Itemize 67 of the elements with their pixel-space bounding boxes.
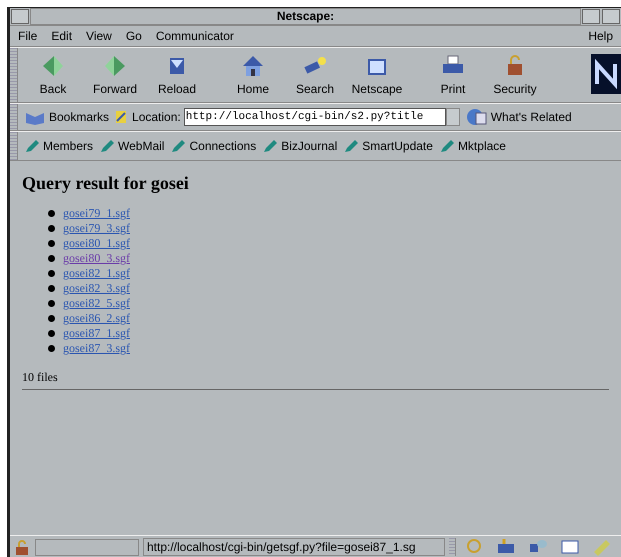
- bookmark-link[interactable]: Members: [22, 139, 98, 153]
- file-link[interactable]: gosei87_1.sgf: [63, 326, 130, 341]
- bullet-icon: [48, 315, 55, 322]
- menu-item[interactable]: View: [80, 29, 120, 43]
- pen-icon: [99, 139, 116, 153]
- toolbar-button[interactable]: Print: [422, 54, 484, 96]
- file-link[interactable]: gosei80_3.sgf: [63, 251, 130, 266]
- maximize-button[interactable]: [602, 9, 620, 24]
- component-grip[interactable]: [449, 538, 456, 556]
- menu-item[interactable]: File: [12, 29, 46, 43]
- pen-icon: [170, 139, 186, 153]
- file-link[interactable]: gosei82_1.sgf: [63, 266, 130, 281]
- window-menu-button[interactable]: [11, 9, 29, 24]
- file-link[interactable]: gosei79_1.sgf: [63, 206, 130, 221]
- window-title: Netscape:: [30, 8, 581, 25]
- bullet-icon: [48, 240, 55, 247]
- file-link[interactable]: gosei86_2.sgf: [63, 311, 130, 326]
- bookmark-link[interactable]: WebMail: [97, 139, 168, 153]
- file-link[interactable]: gosei82_3.sgf: [63, 281, 130, 296]
- toolbar-grip[interactable]: [10, 48, 18, 102]
- menu-item[interactable]: Communicator: [150, 29, 242, 43]
- bullet-icon: [48, 330, 55, 337]
- bookmark-link[interactable]: Mktplace: [436, 139, 510, 153]
- globe-icon: [466, 108, 488, 126]
- status-message: http://localhost/cgi-bin/getsgf.py?file=gosei87_1.sg: [143, 538, 445, 556]
- bullet-icon: [48, 225, 55, 232]
- bookmark-link[interactable]: BizJournal: [260, 139, 342, 153]
- bullet-icon: [48, 270, 55, 277]
- file-link[interactable]: gosei87_3.sgf: [63, 341, 130, 356]
- padlock-icon: [13, 539, 31, 555]
- whats-related-button[interactable]: What's Related: [464, 108, 576, 126]
- bookmark-link[interactable]: SmartUpdate: [341, 139, 437, 153]
- house-icon: [241, 54, 265, 78]
- bullet-icon: [48, 255, 55, 262]
- toolbar-button[interactable]: Reload: [146, 54, 208, 96]
- toolbar-grip[interactable]: [10, 132, 18, 160]
- bullet-icon: [48, 345, 55, 352]
- file-count: 10 files: [22, 370, 59, 385]
- toolbar-button[interactable]: Home: [222, 54, 284, 96]
- file-link[interactable]: gosei80_1.sgf: [63, 236, 130, 251]
- location-label: Location:: [132, 110, 181, 124]
- bookmarks-button[interactable]: Bookmarks: [22, 109, 114, 125]
- url-field[interactable]: http://localhost/cgi-bin/s2.py?title: [184, 108, 446, 126]
- file-link[interactable]: gosei79_3.sgf: [63, 221, 130, 236]
- toolbar-grip[interactable]: [10, 104, 18, 130]
- menu-item[interactable]: Help: [582, 29, 621, 43]
- pen-icon: [343, 139, 360, 153]
- toolbar-button[interactable]: Netscape: [346, 54, 408, 96]
- pen-icon: [24, 139, 40, 153]
- bullet-icon: [48, 210, 55, 217]
- toolbar-button[interactable]: Back: [22, 54, 84, 96]
- inbox-icon[interactable]: [496, 538, 516, 556]
- bookmark-link[interactable]: Connections: [168, 139, 260, 153]
- toolbar-button[interactable]: Search: [284, 54, 346, 96]
- file-link[interactable]: gosei82_5.sgf: [63, 296, 130, 311]
- menu-item[interactable]: Go: [120, 29, 150, 43]
- bullet-icon: [48, 300, 55, 307]
- minimize-button[interactable]: [582, 9, 600, 24]
- pen-icon: [262, 139, 278, 153]
- bullet-icon: [48, 285, 55, 292]
- toolbar-button[interactable]: Security: [484, 54, 546, 96]
- menu-item[interactable]: Edit: [45, 29, 80, 43]
- arrow-left-icon: [41, 54, 65, 78]
- pen-icon: [438, 139, 455, 153]
- page-heading: Query result for gosei: [22, 173, 190, 194]
- arrow-right-icon: [103, 54, 127, 78]
- toolbar-button[interactable]: Forward: [84, 54, 146, 96]
